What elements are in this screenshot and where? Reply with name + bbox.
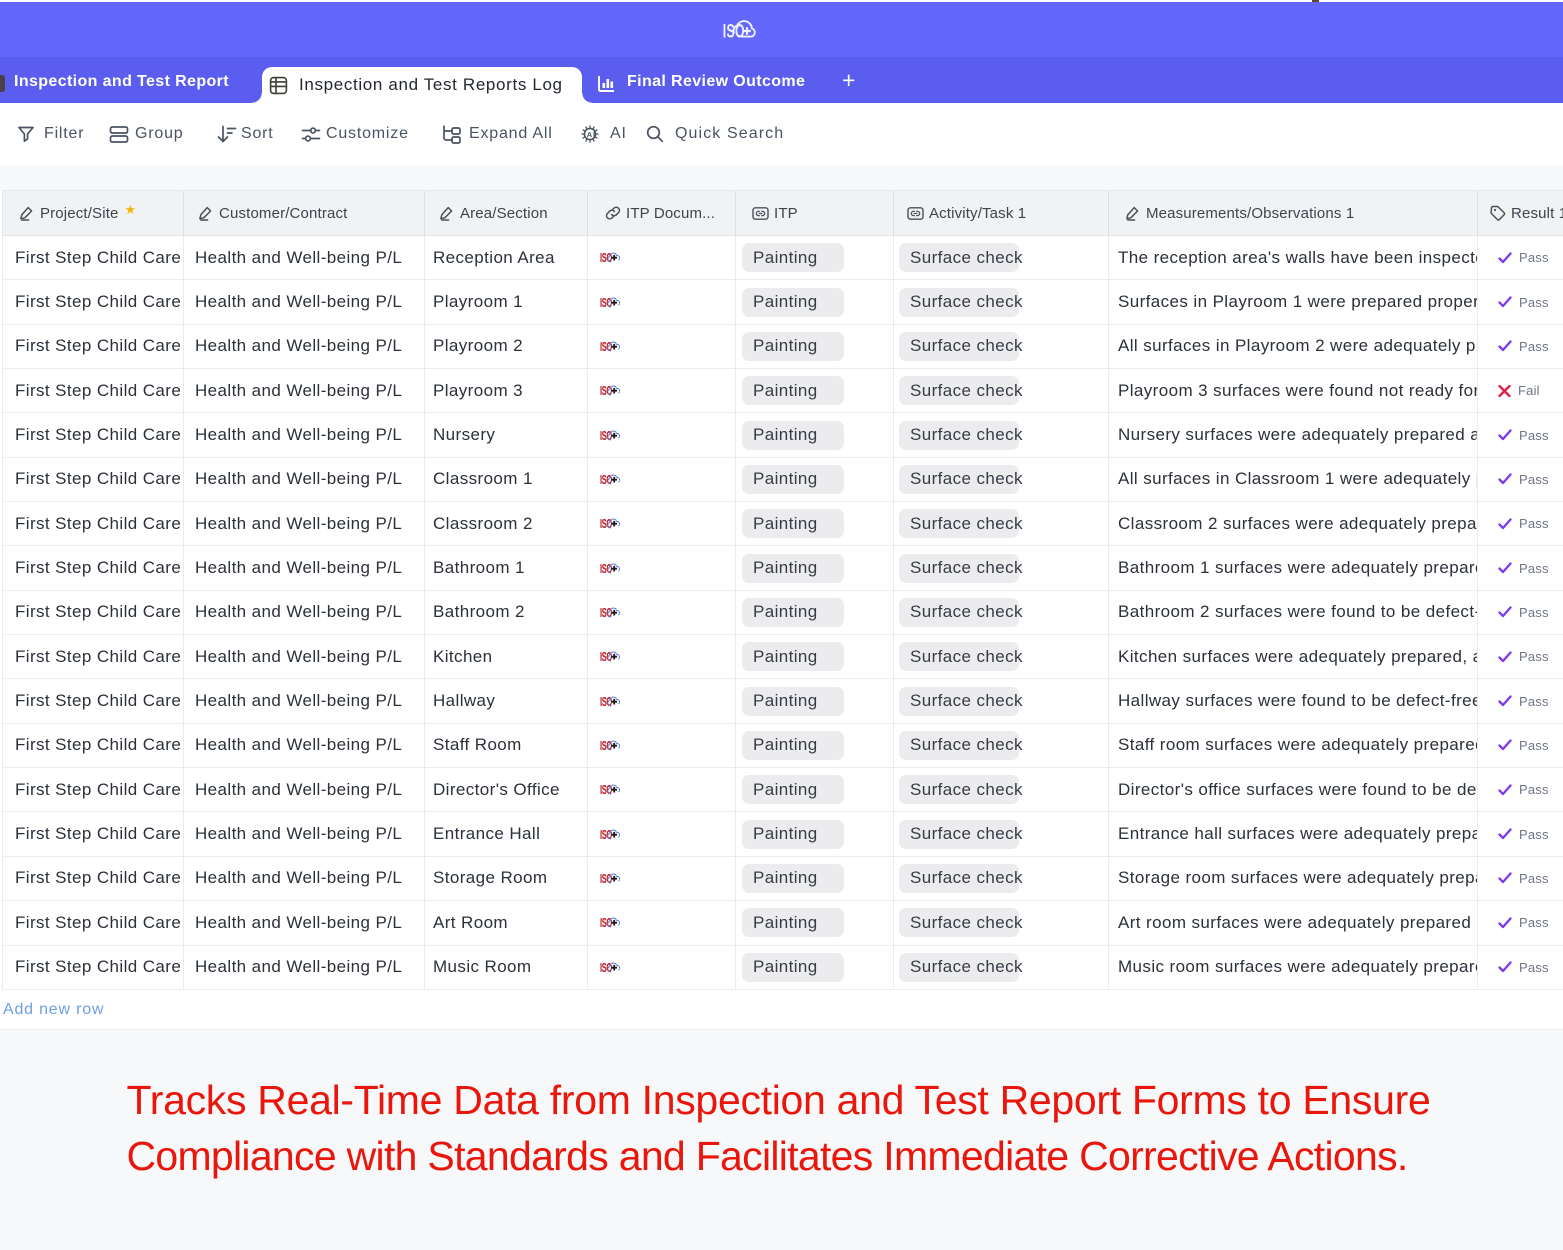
svg-text:ISO: ISO [600,429,612,443]
svg-text:ISO: ISO [600,562,612,576]
svg-text:ISO: ISO [600,606,612,620]
svg-text:ISO: ISO [600,961,612,975]
svg-text:ISO: ISO [600,872,612,886]
svg-text:ISO: ISO [600,828,612,842]
svg-text:ISO: ISO [600,384,612,398]
svg-text:ISO: ISO [600,340,612,354]
svg-text:ISO: ISO [600,517,612,531]
svg-text:ISO: ISO [600,650,612,664]
svg-text:ISO: ISO [600,473,612,487]
svg-text:ISO: ISO [600,695,612,709]
svg-text:ISO: ISO [723,21,745,42]
svg-text:ISO: ISO [600,296,612,310]
svg-text:AI: AI [587,130,596,139]
svg-text:ISO: ISO [600,783,612,797]
svg-text:ISO: ISO [600,916,612,930]
svg-text:ISO: ISO [600,251,612,265]
svg-text:ISO: ISO [600,739,612,753]
